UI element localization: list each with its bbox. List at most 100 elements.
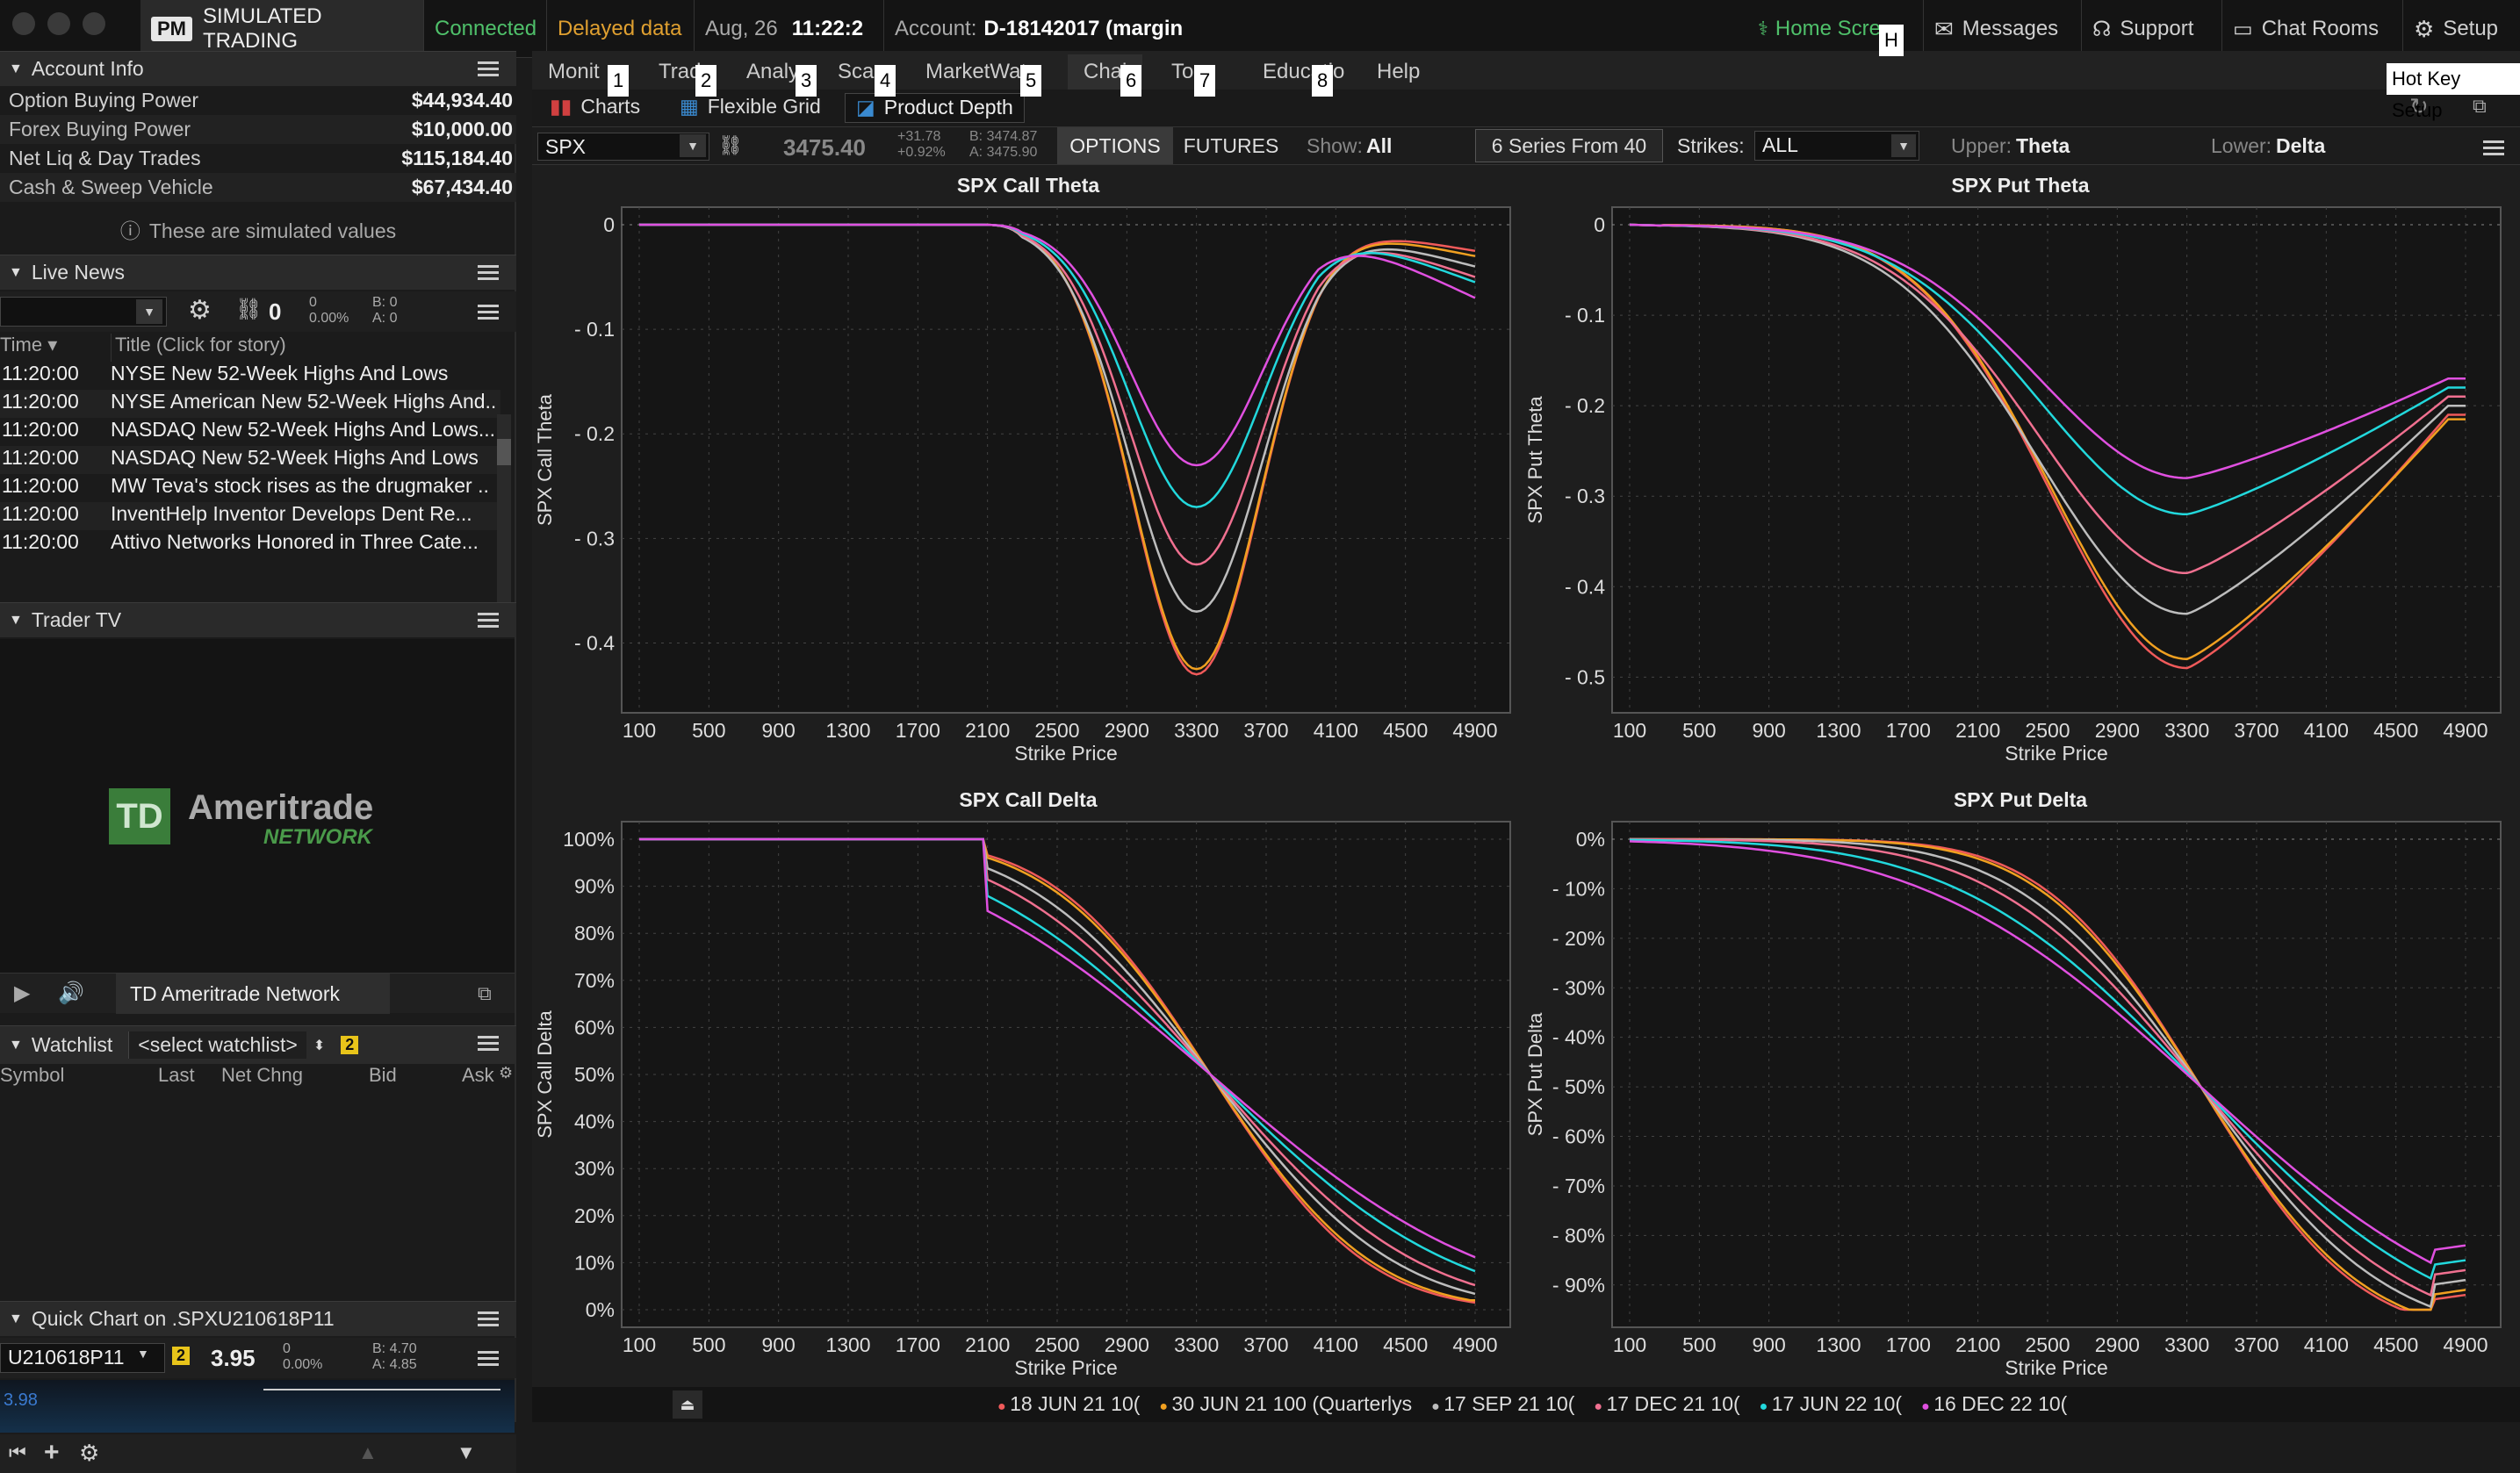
bottom-toolbar: ⏮ + ⚙ ▲ ▼: [0, 1434, 516, 1473]
y-tick-label: 0: [1594, 213, 1605, 236]
chart-3: 100 500 900 1300 1700 2100 2500 2900 3300 3700 410…: [1524, 821, 2502, 1379]
y-tick-label: 30%: [574, 1157, 615, 1180]
y-tick-label: 0: [603, 213, 615, 236]
y-tick-label: - 0.2: [1565, 394, 1605, 417]
hotkey-setup-tooltip: Hot Key Setup: [2387, 63, 2520, 121]
x-tick-label: 3300: [2164, 1333, 2209, 1356]
add-icon[interactable]: +: [44, 1438, 60, 1468]
x-tick-label: 2500: [2025, 719, 2070, 742]
x-tick-label: 4900: [2443, 1333, 2488, 1356]
x-tick-label: 1700: [896, 1333, 940, 1356]
x-tick-label: 2900: [2095, 1333, 2140, 1356]
x-tick-label: 500: [692, 1333, 725, 1356]
hotkey-badge: 3: [796, 65, 817, 97]
y-axis-label: SPX Call Theta: [534, 393, 556, 526]
y-tick-label: - 0.3: [1565, 485, 1605, 507]
x-tick-label: 4100: [1314, 719, 1358, 742]
x-tick-label: 1300: [1816, 719, 1861, 742]
hotkey-badge: 4: [875, 65, 896, 97]
scroll-down-icon[interactable]: ▼: [457, 1441, 476, 1464]
legend-dot: ●: [1759, 1399, 1772, 1414]
legend-label: 17 JUN 22 10(: [1771, 1392, 1903, 1415]
greeks-charts[interactable]: 100 500 900 1300 1700 2100 2500 2900 3300 3700 410…: [0, 0, 2520, 1422]
chart-2: 100 500 900 1300 1700 2100 2500 2900 3300 3700 410…: [534, 821, 1511, 1379]
x-tick-label: 2900: [2095, 719, 2140, 742]
legend-dot: ●: [997, 1399, 1011, 1414]
x-tick-label: 1300: [825, 719, 870, 742]
x-tick-label: 500: [692, 719, 725, 742]
x-tick-label: 2500: [1034, 1333, 1079, 1356]
x-tick-label: 500: [1682, 1333, 1716, 1356]
x-tick-label: 900: [1752, 1333, 1785, 1356]
x-tick-label: 1700: [1886, 1333, 1931, 1356]
legend-item[interactable]: ● 17 JUN 22 10(: [1760, 1392, 1902, 1416]
y-tick-label: 80%: [574, 922, 615, 945]
y-tick-label: 20%: [574, 1204, 615, 1227]
x-tick-label: 100: [1613, 1333, 1646, 1356]
x-tick-label: 3300: [1174, 1333, 1219, 1356]
chart-1: 100 500 900 1300 1700 2100 2500 2900 3300 3700 410…: [1524, 206, 2502, 765]
x-tick-label: 3700: [1243, 1333, 1288, 1356]
y-tick-label: - 0.1: [1565, 304, 1605, 327]
x-tick-label: 900: [761, 719, 795, 742]
y-tick-label: 0%: [586, 1298, 615, 1321]
x-tick-label: 4100: [1314, 1333, 1358, 1356]
y-tick-label: - 0.3: [574, 527, 615, 550]
x-axis-label: Strike Price: [1014, 742, 1118, 765]
hotkey-badge: 5: [1020, 65, 1042, 97]
hotkey-badge: 1: [608, 65, 630, 97]
x-tick-label: 1700: [1886, 719, 1931, 742]
y-axis-label: SPX Put Delta: [1524, 1012, 1546, 1136]
x-tick-label: 2100: [965, 1333, 1010, 1356]
x-tick-label: 100: [623, 1333, 656, 1356]
x-tick-label: 3700: [2234, 1333, 2279, 1356]
y-tick-label: 0%: [1576, 828, 1605, 851]
x-tick-label: 4100: [2304, 719, 2349, 742]
y-tick-label: 10%: [574, 1251, 615, 1274]
x-tick-label: 2900: [1105, 1333, 1149, 1356]
legend-dot: ●: [1594, 1399, 1607, 1414]
x-tick-label: 4500: [2373, 1333, 2418, 1356]
x-axis-label: Strike Price: [2005, 742, 2108, 765]
x-tick-label: 3300: [2164, 719, 2209, 742]
y-axis-label: SPX Put Theta: [1524, 396, 1546, 524]
x-axis-label: Strike Price: [1014, 1356, 1118, 1379]
hotkey-badge: 8: [1312, 65, 1334, 97]
y-tick-label: - 90%: [1552, 1274, 1605, 1297]
x-tick-label: 1300: [825, 1333, 870, 1356]
hotkey-h: H: [1879, 25, 1904, 56]
legend-item[interactable]: ● 16 DEC 22 10(: [1921, 1392, 2067, 1416]
x-tick-label: 500: [1682, 719, 1716, 742]
x-tick-label: 100: [1613, 719, 1646, 742]
y-tick-label: - 50%: [1552, 1075, 1605, 1098]
y-axis-label: SPX Call Delta: [534, 1010, 556, 1138]
y-tick-label: 60%: [574, 1016, 615, 1038]
y-tick-label: - 20%: [1552, 927, 1605, 950]
x-tick-label: 3700: [1243, 719, 1288, 742]
x-tick-label: 4900: [1452, 1333, 1497, 1356]
legend-item[interactable]: ● 18 JUN 21 10(: [997, 1392, 1140, 1416]
x-tick-label: 2100: [965, 719, 1010, 742]
legend-item[interactable]: ● 30 JUN 21 100 (Quarterlys: [1159, 1392, 1412, 1416]
y-tick-label: - 80%: [1552, 1224, 1605, 1247]
gear-icon[interactable]: ⚙: [79, 1440, 99, 1467]
legend-dot: ●: [1431, 1399, 1444, 1414]
y-tick-label: 70%: [574, 969, 615, 992]
y-tick-label: - 0.2: [574, 422, 615, 445]
x-tick-label: 2100: [1955, 719, 2000, 742]
y-tick-label: 50%: [574, 1063, 615, 1086]
scroll-up-icon[interactable]: ▲: [358, 1441, 378, 1464]
y-tick-label: - 60%: [1552, 1125, 1605, 1148]
collapse-icon[interactable]: ⏮: [9, 1441, 26, 1464]
y-tick-label: - 0.5: [1565, 665, 1605, 688]
x-tick-label: 2100: [1955, 1333, 2000, 1356]
legend-item[interactable]: ● 17 DEC 21 10(: [1594, 1392, 1739, 1416]
x-tick-label: 900: [761, 1333, 795, 1356]
legend-label: 30 JUN 21 100 (Quarterlys: [1171, 1392, 1413, 1415]
x-tick-label: 3300: [1174, 719, 1219, 742]
y-tick-label: 90%: [574, 875, 615, 898]
legend-item[interactable]: ● 17 SEP 21 10(: [1431, 1392, 1574, 1416]
expand-icon[interactable]: ⏏: [673, 1390, 702, 1419]
x-tick-label: 4500: [2373, 719, 2418, 742]
x-tick-label: 4500: [1383, 719, 1428, 742]
